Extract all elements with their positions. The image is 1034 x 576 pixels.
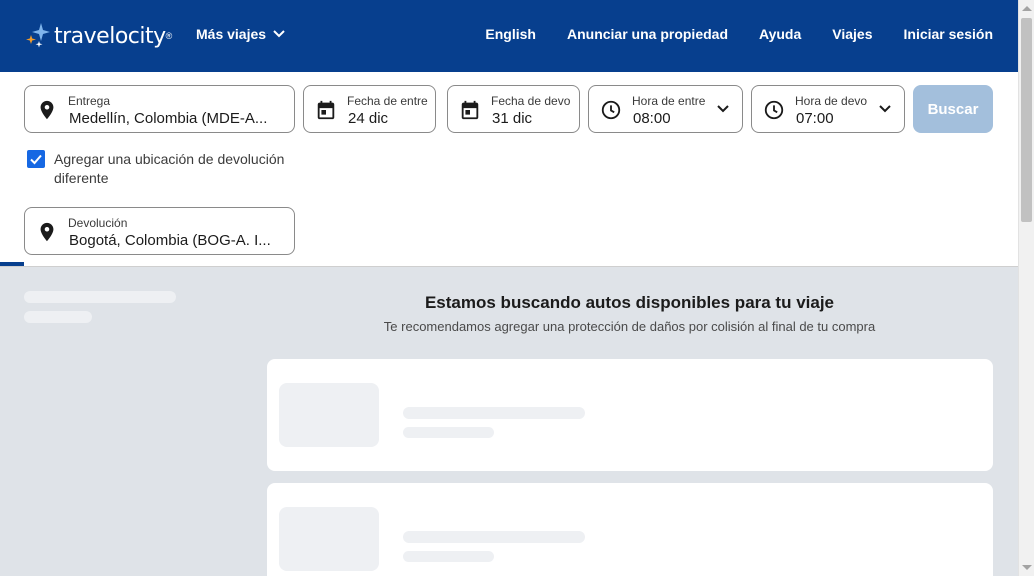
logo-registered-mark: ® xyxy=(165,31,173,41)
dropoff-label: Devolución xyxy=(68,216,128,230)
search-button[interactable]: Buscar xyxy=(913,85,993,133)
card-image-skeleton xyxy=(279,383,379,447)
travelocity-logo-icon xyxy=(26,23,50,48)
return-date-field[interactable]: Fecha de devo 31 dic xyxy=(447,85,580,133)
dropoff-value: Bogotá, Colombia (BOG-A. I... xyxy=(69,232,271,249)
location-pin-icon xyxy=(40,222,54,242)
calendar-icon xyxy=(461,100,479,120)
results-area: Estamos buscando autos disponibles para … xyxy=(0,267,1018,576)
calendar-icon xyxy=(317,100,335,120)
pickup-date-label: Fecha de entre xyxy=(347,94,428,108)
card-skeleton-line xyxy=(403,531,585,543)
pickup-value: Medellín, Colombia (MDE-A... xyxy=(69,110,268,127)
return-date-value: 31 dic xyxy=(492,110,533,127)
clock-icon xyxy=(764,100,784,120)
pickup-time-field[interactable]: Hora de entre 08:00 xyxy=(588,85,743,133)
location-pin-icon xyxy=(40,100,54,120)
card-skeleton-line xyxy=(403,407,585,419)
pickup-time-label: Hora de entre xyxy=(632,94,706,108)
pickup-label: Entrega xyxy=(68,94,111,108)
more-trips-menu[interactable]: Más viajes xyxy=(196,26,286,42)
chevron-down-icon xyxy=(879,105,891,113)
trips-link[interactable]: Viajes xyxy=(832,26,872,42)
result-card-skeleton xyxy=(267,483,993,576)
results-subtitle: Te recomendamos agregar una protección d… xyxy=(383,319,876,334)
results-title: Estamos buscando autos disponibles para … xyxy=(424,293,835,312)
pickup-date-field[interactable]: Fecha de entre 24 dic xyxy=(303,85,436,133)
chevron-down-icon xyxy=(273,30,285,38)
scroll-up-arrow-icon[interactable] xyxy=(1022,6,1032,11)
list-property-link[interactable]: Anunciar una propiedad xyxy=(567,26,728,42)
language-link[interactable]: English xyxy=(485,26,536,42)
travelocity-logo[interactable]: travelocity ® xyxy=(24,20,172,52)
page-scrollbar[interactable] xyxy=(1018,0,1034,576)
card-skeleton-line xyxy=(403,551,494,562)
return-time-label: Hora de devo xyxy=(795,94,868,108)
card-skeleton-line xyxy=(403,427,494,438)
top-header: travelocity ® Más viajes English Anuncia… xyxy=(0,0,1018,72)
dropoff-location-field[interactable]: Devolución Bogotá, Colombia (BOG-A. I... xyxy=(24,207,295,255)
return-time-value: 07:00 xyxy=(796,110,834,127)
result-card-skeleton xyxy=(267,359,993,471)
scroll-down-arrow-icon[interactable] xyxy=(1022,565,1032,570)
different-return-label[interactable]: Agregar una ubicación de devolución dife… xyxy=(54,150,304,188)
chevron-down-icon xyxy=(717,105,729,113)
header-nav: English Anunciar una propiedad Ayuda Via… xyxy=(485,26,993,42)
clock-icon xyxy=(601,100,621,120)
return-date-label: Fecha de devo xyxy=(491,94,571,108)
pickup-location-field[interactable]: Entrega Medellín, Colombia (MDE-A... xyxy=(24,85,295,133)
pickup-time-value: 08:00 xyxy=(633,110,671,127)
different-return-checkbox[interactable] xyxy=(27,150,45,168)
logo-text: travelocity xyxy=(54,23,166,49)
card-image-skeleton xyxy=(279,507,379,571)
scrollbar-thumb[interactable] xyxy=(1021,18,1032,222)
filter-skeleton-line xyxy=(24,291,176,303)
return-time-field[interactable]: Hora de devo 07:00 xyxy=(751,85,905,133)
filter-skeleton-line xyxy=(24,311,92,323)
sign-in-link[interactable]: Iniciar sesión xyxy=(904,26,993,42)
help-link[interactable]: Ayuda xyxy=(759,26,801,42)
more-trips-label: Más viajes xyxy=(196,26,267,42)
pickup-date-value: 24 dic xyxy=(348,110,389,127)
checkmark-icon xyxy=(30,154,42,165)
